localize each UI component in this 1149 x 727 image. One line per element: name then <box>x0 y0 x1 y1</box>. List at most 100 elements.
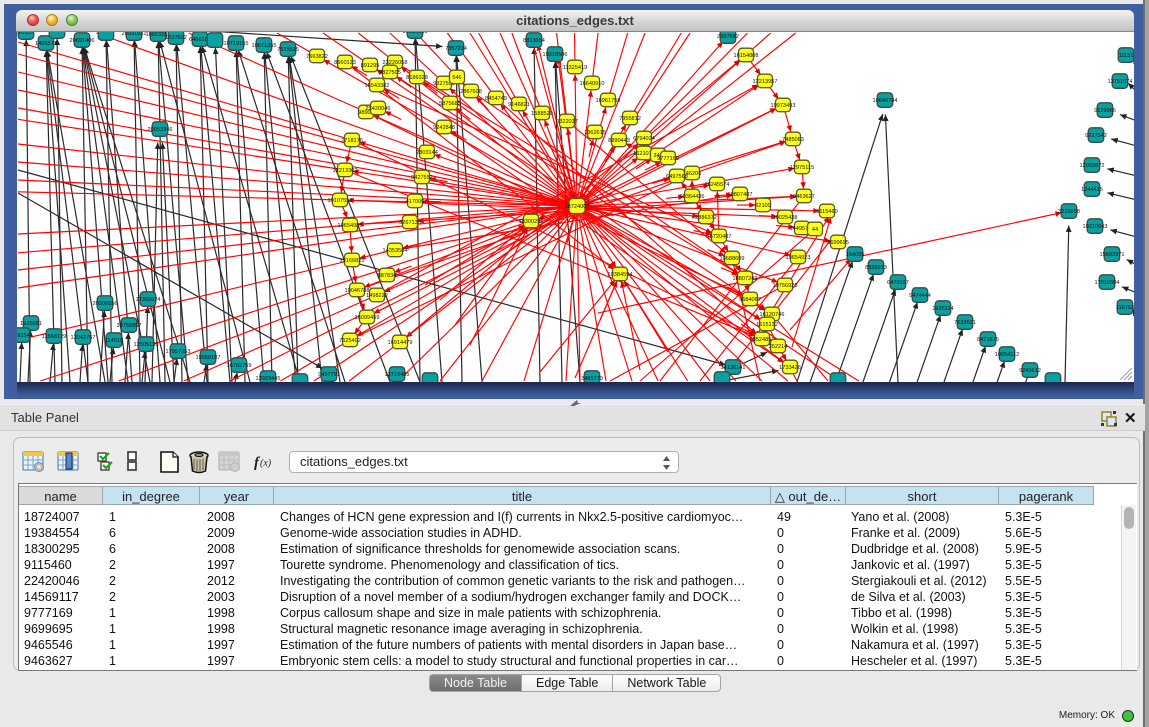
svg-text:887834: 887834 <box>378 273 397 279</box>
svg-text:7955812: 7955812 <box>619 116 641 122</box>
svg-text:17359924: 17359924 <box>136 297 161 303</box>
svg-text:6794024: 6794024 <box>633 136 655 142</box>
svg-text:8990443: 8990443 <box>608 138 630 144</box>
svg-text:16099459: 16099459 <box>355 315 380 321</box>
svg-text:1527602: 1527602 <box>165 35 187 41</box>
svg-text:12093872: 12093872 <box>1080 163 1105 169</box>
svg-text:3267130: 3267130 <box>399 220 421 226</box>
svg-text:6479197: 6479197 <box>887 280 909 286</box>
svg-text:10688609: 10688609 <box>720 256 745 262</box>
svg-text:10807487: 10807487 <box>728 192 753 198</box>
svg-text:19958107: 19958107 <box>196 355 221 361</box>
svg-text:2935114: 2935114 <box>932 306 953 312</box>
svg-text:16640910: 16640910 <box>580 81 605 87</box>
svg-text:9457791: 9457791 <box>318 372 340 378</box>
svg-text:9146821: 9146821 <box>508 102 530 108</box>
svg-text:20053346: 20053346 <box>148 127 173 133</box>
svg-text:16914479: 16914479 <box>388 340 413 346</box>
svg-text:10671355: 10671355 <box>252 43 277 49</box>
svg-text:8186328: 8186328 <box>406 75 428 81</box>
svg-text:15692971: 15692971 <box>1100 252 1125 258</box>
svg-text:3215958: 3215958 <box>1058 209 1080 215</box>
svg-text:39755857: 39755857 <box>117 323 142 329</box>
svg-text:546: 546 <box>452 75 461 81</box>
svg-text:23420046: 23420046 <box>366 106 391 112</box>
svg-text:19166825: 19166825 <box>340 258 365 264</box>
svg-text:2867608: 2867608 <box>460 89 482 95</box>
svg-text:10973493: 10973493 <box>771 103 796 109</box>
svg-text:10648784: 10648784 <box>873 98 898 104</box>
svg-text:1498222: 1498222 <box>366 293 388 299</box>
svg-text:15720407: 15720407 <box>707 234 732 240</box>
svg-text:19756928: 19756928 <box>773 283 798 289</box>
svg-text:9322037: 9322037 <box>556 119 578 125</box>
svg-text:20364436: 20364436 <box>680 194 705 200</box>
svg-text:12213957: 12213957 <box>753 79 778 85</box>
svg-text:16033809: 16033809 <box>403 32 428 35</box>
svg-text:114519: 114519 <box>105 338 123 344</box>
svg-text:9245612: 9245612 <box>1019 368 1041 374</box>
svg-text:10210643: 10210643 <box>1083 224 1108 230</box>
svg-text:2886372: 2886372 <box>695 215 717 221</box>
svg-text:62100: 62100 <box>755 203 771 209</box>
svg-text:9684067: 9684067 <box>739 297 761 303</box>
svg-text:19654923: 19654923 <box>786 255 811 261</box>
svg-text:1615132: 1615132 <box>756 322 778 328</box>
svg-text:1733426: 1733426 <box>779 365 801 371</box>
svg-text:8938923: 8938923 <box>865 265 887 271</box>
svg-text:8813054: 8813054 <box>523 38 545 44</box>
svg-text:9463627: 9463627 <box>793 194 815 200</box>
svg-text:16154808: 16154808 <box>734 53 759 59</box>
svg-text:10654112: 10654112 <box>995 352 1019 358</box>
svg-text:10107552: 10107552 <box>328 198 353 204</box>
svg-text:8427552: 8427552 <box>411 175 433 181</box>
svg-text:12975115: 12975115 <box>790 165 814 171</box>
svg-text:16782759: 16782759 <box>227 363 252 369</box>
svg-text:18724007: 18724007 <box>565 204 590 210</box>
svg-text:252214: 252214 <box>769 344 788 350</box>
svg-text:20691406: 20691406 <box>70 38 95 44</box>
svg-text:9129966: 9129966 <box>1094 108 1116 114</box>
svg-text:16245574: 16245574 <box>705 182 730 188</box>
svg-text:1244415: 1244415 <box>1081 187 1103 193</box>
svg-text:2718176: 2718176 <box>341 138 363 144</box>
svg-text:12505135: 12505135 <box>134 342 159 348</box>
svg-text:11325419: 11325419 <box>563 65 587 71</box>
svg-text:8699695: 8699695 <box>827 240 849 246</box>
svg-text:7663822: 7663822 <box>306 54 328 60</box>
svg-text:14136141: 14136141 <box>721 365 746 371</box>
svg-text:44: 44 <box>812 227 818 233</box>
svg-text:17957253: 17957253 <box>166 349 191 355</box>
svg-text:13751074: 13751074 <box>1108 79 1133 85</box>
svg-text:7357224: 7357224 <box>445 46 467 52</box>
svg-text:11568129: 11568129 <box>42 334 66 340</box>
svg-text:2803144: 2803144 <box>416 150 438 156</box>
svg-text:7485063: 7485063 <box>782 137 804 143</box>
svg-text:116753: 116753 <box>1116 305 1134 311</box>
svg-text:164095: 164095 <box>846 252 865 258</box>
svg-text:20206556: 20206556 <box>93 301 118 307</box>
svg-text:1362615: 1362615 <box>584 130 606 136</box>
svg-text:20931931: 20931931 <box>122 32 147 37</box>
svg-text:19218506: 19218506 <box>543 52 568 58</box>
svg-text:39154: 39154 <box>17 333 30 339</box>
svg-text:3485779: 3485779 <box>581 376 603 382</box>
svg-text:7625402: 7625402 <box>339 338 361 344</box>
svg-text:12213302: 12213302 <box>333 168 358 174</box>
svg-text:9474444: 9474444 <box>909 293 931 299</box>
svg-text:(x): (x) <box>260 458 272 469</box>
svg-text:417006: 417006 <box>406 199 425 205</box>
svg-text:14353584: 14353584 <box>383 248 408 254</box>
svg-text:8660123: 8660123 <box>334 60 356 66</box>
svg-text:9227342: 9227342 <box>1085 133 1107 139</box>
svg-text:9827505: 9827505 <box>379 70 401 76</box>
svg-text:9115460: 9115460 <box>816 209 837 215</box>
svg-text:12942757: 12942757 <box>71 335 96 341</box>
svg-text:8471676: 8471676 <box>977 337 999 343</box>
svg-text:13716485: 13716485 <box>385 372 410 378</box>
svg-text:1935061: 1935061 <box>20 321 42 327</box>
svg-text:8454749: 8454749 <box>485 96 507 102</box>
svg-text:11131: 11131 <box>1119 53 1134 59</box>
svg-text:10719155: 10719155 <box>224 41 249 47</box>
svg-text:9777169: 9777169 <box>657 156 679 162</box>
